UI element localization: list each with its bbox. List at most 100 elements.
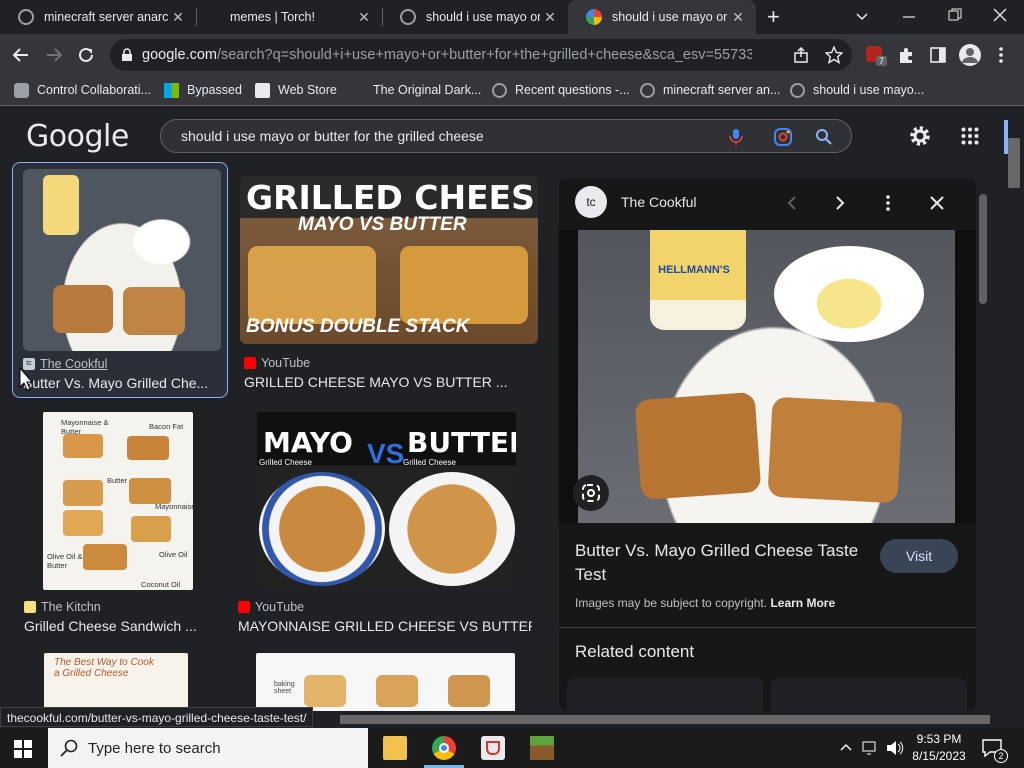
image-result-card[interactable]: Mayonnaise & Butter Bacon Fat Butter May… xyxy=(24,410,214,640)
result-title[interactable]: GRILLED CHEESE MAYO VS BUTTER ... xyxy=(244,374,538,390)
result-source[interactable]: tc The Cookful xyxy=(23,357,107,371)
address-bar[interactable]: google.com/search?q=should+i+use+mayo+or… xyxy=(110,39,852,71)
tab-minecraft[interactable]: minecraft server anarchy ✕ xyxy=(0,0,196,34)
tab-search-1[interactable]: should i use mayo or butter for the gril… xyxy=(382,0,568,34)
taskbar-search-box[interactable]: Type here to search xyxy=(48,728,368,768)
image-thumbnail[interactable]: GRILLED CHEESE MAYO VS BUTTER BONUS DOUB… xyxy=(240,176,538,344)
extensions-puzzle-icon[interactable] xyxy=(897,46,915,64)
taskbar-time[interactable]: 9:53 PM xyxy=(912,732,966,746)
close-tab-icon[interactable]: ✕ xyxy=(168,9,188,26)
reload-icon[interactable] xyxy=(77,46,95,64)
jar-label: HELLMANN'S xyxy=(658,264,730,276)
person-icon xyxy=(962,48,978,63)
page-scrollbar[interactable] xyxy=(1004,108,1024,712)
bookmark-original-dark[interactable]: The Original Dark... xyxy=(373,76,481,104)
settings-gear-icon[interactable] xyxy=(909,125,931,147)
chart-label: Bacon Fat xyxy=(149,422,184,431)
bookmark-label: Web Store xyxy=(278,83,337,97)
search-input[interactable]: should i use mayo or butter for the gril… xyxy=(181,128,484,144)
bookmark-mayo[interactable]: should i use mayo... xyxy=(790,76,924,104)
result-source[interactable]: YouTube xyxy=(238,600,304,614)
forward-icon[interactable] xyxy=(45,47,63,63)
related-card[interactable] xyxy=(567,678,763,711)
share-icon[interactable] xyxy=(793,47,809,63)
panel-title[interactable]: Butter Vs. Mayo Grilled Cheese Taste Tes… xyxy=(575,539,865,587)
search-box[interactable]: should i use mayo or butter for the gril… xyxy=(160,119,852,153)
profile-avatar[interactable] xyxy=(959,44,981,66)
image-thumbnail[interactable]: Mayonnaise & Butter Bacon Fat Butter May… xyxy=(43,412,193,590)
back-icon[interactable] xyxy=(12,47,30,63)
java-icon[interactable] xyxy=(481,736,505,760)
learn-more-link[interactable]: Learn More xyxy=(770,596,835,610)
bookmark-bypassed[interactable]: Bypassed xyxy=(164,76,242,104)
tab-search-chevron-icon[interactable] xyxy=(855,10,869,24)
bookmark-web-store[interactable]: Web Store xyxy=(255,76,337,104)
next-chevron-icon[interactable] xyxy=(835,195,845,211)
bookmark-label: Control Collaborati... xyxy=(37,83,151,97)
people-icon xyxy=(14,82,29,98)
bookmark-star-icon[interactable] xyxy=(825,46,843,64)
chrome-taskbar-icon[interactable] xyxy=(432,736,456,760)
image-thumbnail[interactable] xyxy=(23,169,221,351)
image-thumbnail[interactable]: MAYO VS BUTTER Grilled Cheese Grilled Ch… xyxy=(257,412,516,590)
show-hidden-icons-chevron[interactable] xyxy=(840,743,852,751)
url-text[interactable]: google.com/search?q=should+i+use+mayo+or… xyxy=(142,47,752,63)
source-name: YouTube xyxy=(261,356,311,370)
grilled-cheese-stack xyxy=(400,246,528,324)
new-tab-button[interactable]: + xyxy=(767,4,780,30)
result-title[interactable]: Grilled Cheese Sandwich ... xyxy=(24,618,214,634)
bookmark-control-collaboration[interactable]: Control Collaborati... xyxy=(14,76,151,104)
image-result-card[interactable]: tc The Cookful Butter Vs. Mayo Grilled Ch… xyxy=(12,162,228,398)
apps-grid-icon[interactable] xyxy=(961,127,979,145)
lock-icon[interactable] xyxy=(122,48,132,61)
related-card[interactable] xyxy=(771,678,967,711)
image-result-card[interactable]: MAYO VS BUTTER Grilled Cheese Grilled Ch… xyxy=(238,410,538,640)
visit-button[interactable]: Visit xyxy=(880,539,958,573)
windows-start-icon[interactable] xyxy=(14,740,32,758)
tab-memes[interactable]: memes | Torch! ✕ xyxy=(196,0,382,34)
thumbnail-subheadline: MAYO VS BUTTER xyxy=(298,214,467,235)
minimize-icon[interactable] xyxy=(902,10,916,24)
preview-image[interactable]: HELLMANN'S xyxy=(578,230,955,523)
result-title[interactable]: Butter Vs. Mayo Grilled Che... xyxy=(23,375,221,391)
bookmark-recent-questions[interactable]: Recent questions -... xyxy=(492,76,630,104)
bookmark-minecraft[interactable]: minecraft server an... xyxy=(640,76,780,104)
panel-scrollbar-thumb[interactable] xyxy=(979,194,987,304)
more-options-icon[interactable] xyxy=(885,194,891,212)
close-panel-icon[interactable] xyxy=(930,196,944,210)
close-tab-icon[interactable]: ✕ xyxy=(728,9,748,26)
minecraft-icon[interactable] xyxy=(530,736,554,760)
related-content-heading: Related content xyxy=(575,642,695,661)
search-icon[interactable] xyxy=(815,128,833,146)
panel-source-name[interactable]: The Cookful xyxy=(621,194,696,210)
result-title[interactable]: MAYONNAISE GRILLED CHEESE VS BUTTER... xyxy=(238,618,532,634)
close-tab-icon[interactable]: ✕ xyxy=(540,9,560,26)
google-logo[interactable]: Google xyxy=(26,119,129,154)
microphone-icon[interactable] xyxy=(729,128,743,146)
lens-search-button[interactable] xyxy=(573,475,609,511)
restore-icon[interactable] xyxy=(948,8,962,22)
network-icon[interactable] xyxy=(862,740,880,756)
grilled-cheese-stack xyxy=(248,246,376,324)
horizontal-scrollbar-thumb[interactable] xyxy=(340,715,990,724)
thumbnail-caption: baking sheet xyxy=(274,681,295,695)
taskbar-search-placeholder[interactable]: Type here to search xyxy=(88,740,221,757)
image-thumbnail[interactable]: The Best Way to Cook a Grilled Cheese xyxy=(44,653,188,711)
page-scrollbar-thumb[interactable] xyxy=(1008,138,1020,188)
result-source[interactable]: The Kitchn xyxy=(24,600,101,614)
source-avatar[interactable]: tc xyxy=(575,186,607,218)
side-panel-icon[interactable] xyxy=(930,47,946,63)
tab-search-active[interactable]: should i use mayo or butter for the gril… xyxy=(568,0,756,34)
lens-camera-icon[interactable] xyxy=(773,127,793,147)
previous-chevron-icon[interactable] xyxy=(787,195,797,211)
image-result-card[interactable]: GRILLED CHEESE MAYO VS BUTTER BONUS DOUB… xyxy=(240,162,540,398)
result-source[interactable]: YouTube xyxy=(244,356,310,370)
taskbar-date[interactable]: 8/15/2023 xyxy=(912,749,966,763)
file-explorer-icon[interactable] xyxy=(383,736,407,760)
chrome-menu-icon[interactable] xyxy=(999,46,1003,64)
close-window-icon[interactable] xyxy=(993,8,1007,22)
image-thumbnail[interactable]: baking sheet xyxy=(256,653,515,711)
volume-icon[interactable] xyxy=(886,740,904,756)
close-tab-icon[interactable]: ✕ xyxy=(354,9,374,26)
panel-scrollbar[interactable] xyxy=(976,178,990,711)
